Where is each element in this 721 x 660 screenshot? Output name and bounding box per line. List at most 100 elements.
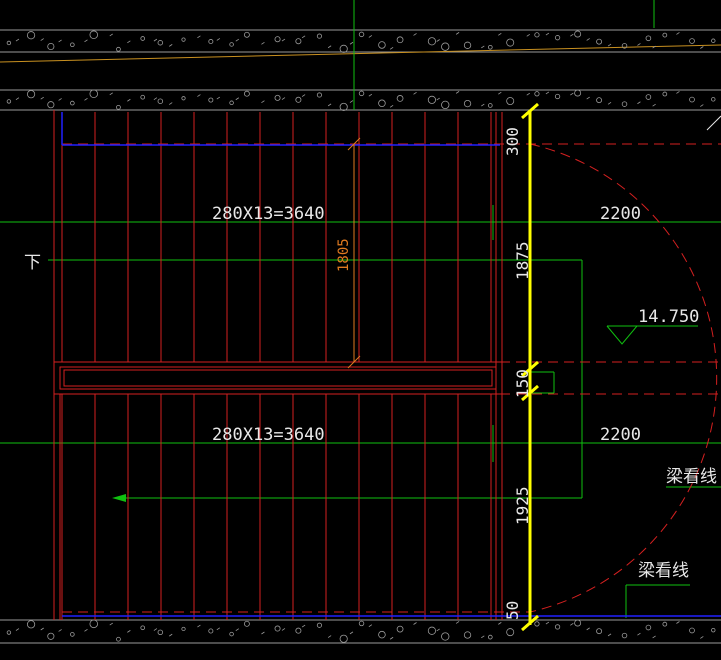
slab-hatch-dot xyxy=(378,630,386,639)
slab-hatch-tick xyxy=(169,633,173,637)
slab-hatch-dot xyxy=(487,634,493,640)
slab-hatch-dot xyxy=(662,91,668,97)
slab-hatch-tick xyxy=(413,33,417,36)
slab-hatch-dot xyxy=(689,38,695,44)
slab-hatch-tick xyxy=(368,624,373,627)
slab-hatch-tick xyxy=(216,38,221,41)
slab-hatch-dot xyxy=(26,620,36,629)
slab-hatch-tick xyxy=(700,636,704,639)
slab-hatch-tick xyxy=(455,32,460,35)
slab-hatch-dot xyxy=(574,30,582,38)
slab-hatch-dot xyxy=(534,621,540,627)
slab-hatch-dot xyxy=(157,629,164,636)
slab-hatch-dot xyxy=(645,624,652,631)
slab-hatch-tick xyxy=(389,46,394,50)
slab-hatch-tick xyxy=(586,627,590,631)
slab-hatch-dot xyxy=(441,100,450,110)
slab-hatch-tick xyxy=(216,627,221,631)
slab-hatch-tick xyxy=(436,97,440,101)
slab-hatch-tick xyxy=(607,633,612,637)
slab-hatch-dot xyxy=(181,96,186,101)
slab-hatch-dot xyxy=(243,90,250,97)
highlight-dimension xyxy=(521,102,539,632)
slab-hatch-dot xyxy=(574,619,582,627)
slab-hatch-dot xyxy=(463,41,472,49)
slab-hatch-tick xyxy=(153,38,158,42)
slab-hatch-tick xyxy=(40,96,44,100)
slab-hatch-dot xyxy=(116,104,121,110)
slab-hatch-tick xyxy=(261,42,265,45)
slab-hatch-dot xyxy=(208,628,214,634)
slab-hatch-tick xyxy=(153,97,158,101)
slab-hatch-tick xyxy=(389,636,394,640)
slab-hatch-dot xyxy=(47,101,55,109)
dim-1925: 1925 xyxy=(513,486,532,525)
slab-hatch-tick xyxy=(570,622,574,626)
landing-width-lower: 2200 xyxy=(600,425,641,445)
slab-hatch-dot xyxy=(140,94,146,100)
slab-hatch-dot xyxy=(554,624,561,630)
slab-hatch-tick xyxy=(235,38,240,42)
slab-hatch-tick xyxy=(84,39,88,43)
slab-hatch-tick xyxy=(281,97,286,100)
slab-hatch-dot xyxy=(47,42,55,51)
slab-hatch-tick xyxy=(58,39,62,43)
stair-treads xyxy=(61,112,503,620)
slab-hatch-tick xyxy=(436,628,440,632)
slab-hatch-tick xyxy=(545,91,550,95)
slab-hatch-tick xyxy=(327,45,332,49)
slab-hatch-dot xyxy=(208,39,214,45)
slab-hatch-tick xyxy=(109,92,113,96)
slab-hatch-tick xyxy=(153,628,158,631)
axis-lines xyxy=(0,0,721,618)
slab-hatch-dot xyxy=(645,94,652,100)
slab-hatch-dot xyxy=(89,89,99,98)
slab-hatch-tick xyxy=(15,628,20,631)
slab-hatch-dot xyxy=(441,42,450,51)
flight-upper-label: 280X13=3640 xyxy=(212,204,325,224)
slab-hatch-tick xyxy=(127,40,131,44)
slab-hatch-dot xyxy=(645,35,652,42)
slab-hatch-tick xyxy=(586,96,590,100)
flight-lower-label: 280X13=3640 xyxy=(212,425,325,445)
slab-hatch-dot xyxy=(596,97,603,104)
slab-hatch-dot xyxy=(316,33,323,39)
slab-hatch-tick xyxy=(327,635,332,638)
slab-hatch-tick xyxy=(455,621,460,624)
slab-hatch-dot xyxy=(396,95,404,102)
slab-hatch-dot xyxy=(295,38,302,45)
slab-hatch-tick xyxy=(349,631,354,635)
slab-hatch-dot xyxy=(339,102,348,111)
slab-hatch-dot xyxy=(70,632,75,637)
slab-hatch-dot xyxy=(316,92,323,98)
slab-hatch-dot xyxy=(157,98,164,104)
slab-hatch-tick xyxy=(169,102,173,105)
slab-hatch-tick xyxy=(413,622,417,625)
slab-hatch-dot xyxy=(596,38,603,45)
slab-hatch-tick xyxy=(526,92,530,96)
slab-hatch-tick xyxy=(436,39,440,42)
slab-hatch-tick xyxy=(235,97,240,101)
slab-hatch-dot xyxy=(506,628,515,637)
slab-hatch-dot xyxy=(229,631,234,637)
slab-hatch-dot xyxy=(554,35,561,41)
slab-hatch-dot xyxy=(689,627,695,634)
slab-hatch-tick xyxy=(197,35,201,39)
slab-hatch-dot xyxy=(89,619,99,629)
slab-hatch-tick xyxy=(40,627,44,631)
slab-hatch-tick xyxy=(15,38,20,42)
slab-hatch-dot xyxy=(506,97,515,106)
slab-hatch-dot xyxy=(441,632,450,641)
slab-hatch-tick xyxy=(197,624,201,628)
slab-hatch-tick xyxy=(15,97,20,100)
slab-hatch-dot xyxy=(339,44,348,53)
cad-drawing-canvas[interactable]: 1805 280X13=3640 280X13=3640 2200 2200 1… xyxy=(0,0,721,660)
slab-hatch-dot xyxy=(274,94,281,101)
slab-hatch-dot xyxy=(621,101,628,107)
slab-hatch-tick xyxy=(301,35,306,39)
slab-hatch-dot xyxy=(487,44,493,50)
slab-hatch-tick xyxy=(481,45,485,49)
slab-hatch-dot xyxy=(157,40,164,46)
slab-hatch-tick xyxy=(526,33,530,37)
slab-hatch-tick xyxy=(637,632,641,636)
